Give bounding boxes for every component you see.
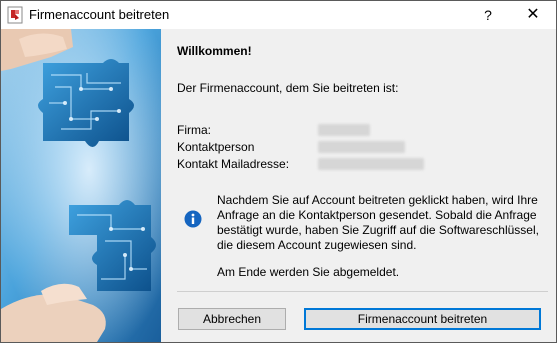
contact-email-value-redacted: [318, 158, 424, 170]
intro-text: Der Firmenaccount, dem Sie beitreten ist…: [177, 81, 399, 95]
dialog-window: Firmenaccount beitreten ? ✕ Willkommen! …: [0, 0, 557, 343]
company-value-redacted: [318, 124, 370, 136]
info-message: Nachdem Sie auf Account beitreten geklic…: [217, 193, 552, 253]
join-company-account-button[interactable]: Firmenaccount beitreten: [304, 308, 541, 330]
title-bar[interactable]: Firmenaccount beitreten ? ✕: [1, 1, 556, 29]
dialog-content: Willkommen! Der Firmenaccount, dem Sie b…: [161, 29, 556, 342]
contact-person-value-redacted: [318, 141, 405, 153]
info-line: Anfrage an die Kontaktperson gesendet. S…: [217, 208, 537, 222]
contact-email-label: Kontakt Mailadresse:: [177, 157, 290, 171]
info-line: die diesem Account zugewiesen sind.: [217, 238, 417, 252]
logout-note: Am Ende werden Sie abgemeldet.: [217, 265, 400, 279]
puzzle-banner-image: [1, 29, 161, 342]
contact-person-label: Kontaktperson: [177, 140, 255, 154]
help-button[interactable]: ?: [466, 1, 510, 29]
app-icon: [7, 6, 23, 24]
close-button[interactable]: ✕: [511, 1, 555, 29]
info-line: bestätigt wurde, haben Sie Zugriff auf d…: [217, 223, 539, 237]
window-title: Firmenaccount beitreten: [29, 7, 170, 22]
info-line: Nachdem Sie auf Account beitreten geklic…: [217, 193, 538, 207]
puzzle-hands-banner: [1, 29, 161, 342]
info-icon: [184, 210, 202, 228]
button-separator: [177, 291, 548, 292]
welcome-heading: Willkommen!: [177, 44, 252, 58]
company-label: Firma:: [177, 123, 211, 137]
cancel-button[interactable]: Abbrechen: [178, 308, 286, 330]
